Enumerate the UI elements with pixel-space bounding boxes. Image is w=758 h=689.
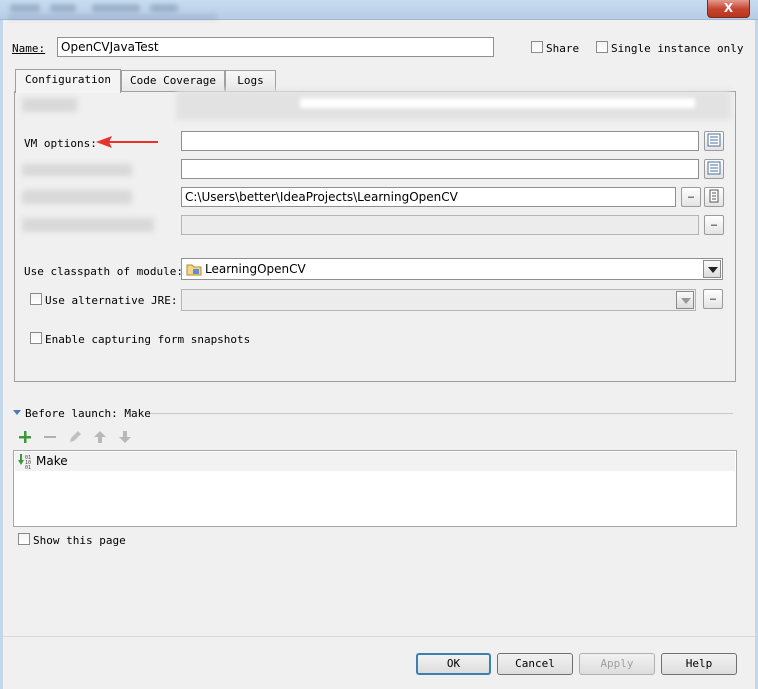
ellipsis-icon: …	[687, 190, 695, 201]
make-icon: 01 10 01	[18, 454, 31, 469]
help-button[interactable]: Help	[661, 653, 737, 675]
blurred-label	[22, 164, 132, 176]
blurred-label	[22, 190, 132, 204]
expand-text-icon	[707, 133, 721, 147]
share-checkbox[interactable]	[531, 41, 543, 53]
collapse-triangle-icon[interactable]	[13, 408, 22, 417]
capture-snapshots-label: Enable capturing form snapshots	[45, 333, 251, 346]
name-label-text: Name:	[12, 42, 46, 55]
apply-button[interactable]: Apply	[579, 653, 655, 675]
name-label: Name:	[12, 42, 45, 55]
section-divider	[150, 413, 733, 414]
name-input[interactable]	[57, 37, 494, 57]
blurred-field-highlight	[300, 98, 695, 108]
window-title-bar	[0, 0, 758, 20]
list-item[interactable]: 01 10 01 Make	[15, 452, 735, 471]
alternative-jre-dropdown[interactable]	[181, 289, 696, 311]
single-instance-label: Single instance only	[611, 42, 744, 55]
move-up-icon[interactable]	[92, 429, 108, 445]
capture-snapshots-checkbox[interactable]	[30, 332, 42, 344]
vm-options-input[interactable]	[181, 131, 699, 151]
remove-icon[interactable]	[42, 429, 58, 445]
browse-working-directory-button[interactable]: …	[681, 187, 701, 207]
share-label: Share	[546, 42, 580, 55]
close-window-button[interactable]: X	[707, 0, 750, 18]
tab-logs[interactable]: Logs	[225, 70, 276, 92]
move-down-icon[interactable]	[117, 429, 133, 445]
add-icon[interactable]	[17, 429, 33, 445]
edit-pencil-icon[interactable]	[67, 429, 83, 445]
list-item-label: Make	[36, 454, 68, 468]
blurred-label	[22, 218, 154, 232]
before-launch-list: 01 10 01 Make	[13, 450, 737, 527]
before-launch-header: Before launch: Make	[25, 407, 151, 420]
environment-variables-field[interactable]	[181, 215, 699, 235]
insert-macro-button[interactable]	[704, 187, 724, 207]
expand-program-arguments-button[interactable]	[704, 159, 724, 179]
classpath-module-value: LearningOpenCV	[205, 262, 306, 276]
module-folder-icon	[186, 264, 202, 276]
blurred-label	[22, 98, 77, 112]
footer-divider	[3, 636, 755, 637]
cancel-button[interactable]: Cancel	[497, 653, 573, 675]
single-instance-checkbox[interactable]	[596, 41, 608, 53]
alternative-jre-checkbox[interactable]	[30, 293, 42, 305]
expand-text-icon	[707, 161, 721, 175]
working-directory-input[interactable]	[181, 187, 676, 207]
ellipsis-icon: …	[709, 292, 717, 303]
alternative-jre-label: Use alternative JRE:	[45, 294, 178, 307]
vm-options-label: VM options:	[24, 137, 97, 150]
edit-environment-variables-button[interactable]: …	[704, 215, 724, 235]
window-frame-left	[0, 20, 3, 689]
program-arguments-input[interactable]	[181, 159, 699, 179]
browse-jre-button[interactable]: …	[703, 289, 723, 309]
dropdown-arrow-icon[interactable]	[676, 291, 694, 309]
classpath-module-dropdown[interactable]: LearningOpenCV	[181, 258, 723, 280]
show-this-page-label: Show this page	[33, 534, 126, 547]
svg-text:01: 01	[25, 465, 31, 469]
tab-configuration[interactable]: Configuration	[15, 69, 121, 93]
macro-icon	[709, 189, 719, 203]
expand-vm-options-button[interactable]	[704, 131, 724, 151]
ellipsis-icon: …	[710, 218, 718, 229]
tab-code-coverage[interactable]: Code Coverage	[121, 70, 225, 92]
show-this-page-checkbox[interactable]	[18, 533, 30, 545]
ok-button[interactable]: OK	[416, 653, 491, 675]
red-arrow-annotation	[96, 136, 158, 148]
dropdown-arrow-icon[interactable]	[703, 260, 721, 278]
classpath-module-label: Use classpath of module:	[24, 265, 183, 278]
